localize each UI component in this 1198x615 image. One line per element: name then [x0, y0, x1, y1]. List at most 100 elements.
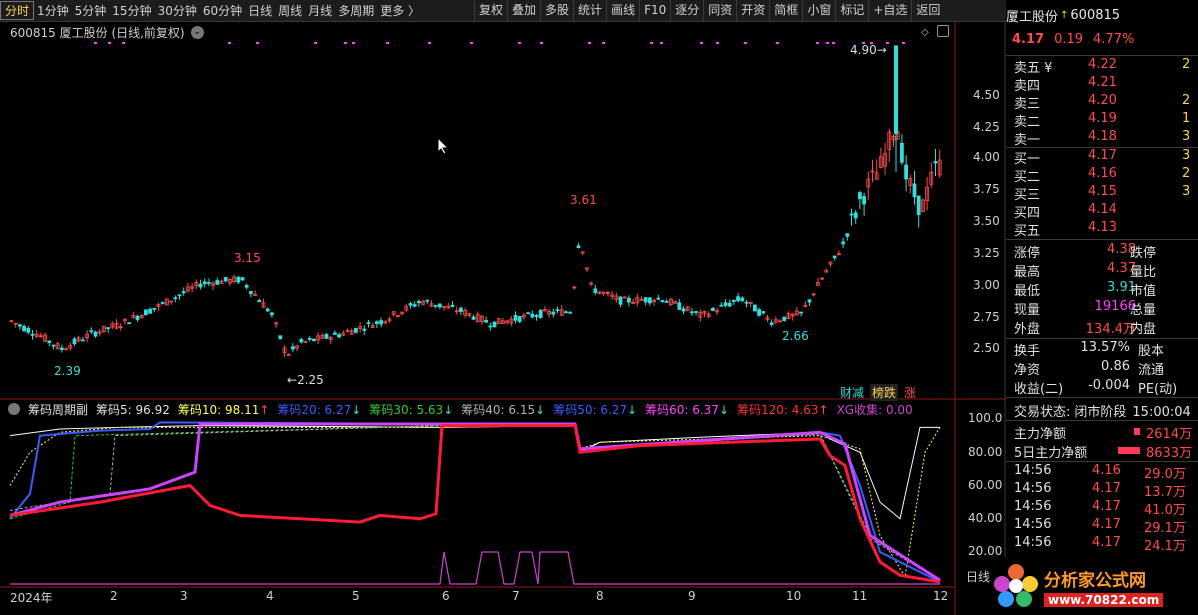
candle-body — [148, 308, 153, 314]
candle-body — [60, 347, 64, 350]
candle-body — [353, 327, 358, 333]
sell-row[interactable]: 卖五 ¥4.22 2 — [1014, 57, 1198, 76]
bottom-period-label[interactable]: 日线 — [966, 568, 990, 585]
price-axis-label: 4.25 — [973, 120, 1000, 134]
time-axis-label: 2 — [110, 589, 118, 603]
last-price: 4.17 — [1012, 32, 1045, 47]
candle-body — [849, 213, 854, 216]
candle-body — [484, 320, 489, 323]
candle-body — [618, 296, 623, 305]
candle-body — [416, 300, 421, 304]
candle-body — [374, 321, 379, 325]
tag-board[interactable]: 榜跌 — [870, 384, 899, 401]
candle-body — [517, 316, 522, 323]
candle-body — [740, 297, 745, 302]
flower-logo-icon — [994, 564, 1038, 608]
candle-body — [248, 291, 253, 295]
tag-rise[interactable]: 涨 — [904, 384, 916, 401]
annotation-peak2: 3.61 — [570, 193, 597, 207]
candle-body — [362, 328, 367, 331]
candle-body — [51, 344, 56, 347]
candle-body — [425, 299, 430, 302]
candle-body — [858, 192, 862, 200]
annotation-high: 4.90→ — [850, 43, 887, 57]
stat-row: 最低 3.91 市值 — [1014, 280, 1157, 299]
candle-body — [257, 300, 262, 303]
candle-body — [782, 316, 787, 322]
signal-dot — [470, 42, 473, 44]
sell-row[interactable]: 卖一 4.18 3 — [1014, 129, 1198, 148]
stat-row: 净资 0.86 流通 — [1014, 359, 1165, 378]
candle-body — [89, 330, 94, 333]
candle-body — [916, 195, 921, 216]
buy-row[interactable]: 买五 4.13 — [1014, 220, 1198, 239]
candle-body — [845, 233, 850, 237]
candle-body — [17, 324, 22, 327]
candle-body — [30, 333, 35, 336]
chart-canvas[interactable] — [0, 0, 1006, 615]
candle-body — [81, 339, 85, 342]
price-axis-label: 3.50 — [973, 214, 1000, 228]
signal-dot — [902, 42, 905, 44]
sell-row[interactable]: 卖四 4.21 — [1014, 75, 1198, 94]
signal-dot — [386, 42, 389, 44]
stat-row: 最高 4.37 量比 — [1014, 261, 1157, 280]
price-axis-label: 3.25 — [973, 246, 1000, 260]
candle-body — [143, 309, 148, 316]
stat-row: 收益(二) -0.004 PE(动) — [1014, 378, 1178, 397]
candle-body — [912, 183, 917, 198]
candle-body — [660, 300, 665, 303]
signal-dot — [716, 42, 719, 44]
candle-body — [832, 255, 837, 259]
signal-dot — [588, 42, 591, 44]
buy-row[interactable]: 买三 4.15 3 — [1014, 184, 1198, 203]
candle-body — [681, 308, 686, 312]
candle-body — [643, 297, 648, 303]
tick-row: 14:56 4.17 41.0万 — [1014, 499, 1186, 518]
candle-body — [723, 302, 728, 306]
candle-body — [526, 312, 530, 315]
sell-row[interactable]: 卖三 4.20 2 — [1014, 93, 1198, 112]
candle-body — [152, 307, 157, 310]
candle-body — [769, 322, 774, 325]
candle-body — [127, 322, 131, 325]
candle-body — [337, 334, 342, 338]
candle-body — [311, 338, 316, 342]
candle-body — [900, 142, 904, 163]
mouse-cursor-icon — [437, 137, 450, 155]
candle-body — [93, 331, 98, 337]
candle-body — [269, 312, 274, 316]
tick-row: 14:56 4.17 24.1万 — [1014, 535, 1186, 554]
candle-body — [244, 285, 249, 288]
candle-body — [215, 280, 220, 285]
candle-body — [538, 309, 543, 318]
indicator-axis-label: 60.00 — [968, 478, 1003, 492]
candle-body — [290, 346, 295, 350]
time-axis-label: 7 — [512, 589, 520, 603]
tag-finance[interactable]: 财减 — [840, 384, 864, 401]
price-axis-label: 4.50 — [973, 88, 1000, 102]
candle-body — [551, 311, 556, 315]
signal-dot — [540, 42, 543, 44]
chevron-down-icon[interactable]: ⌄ — [190, 26, 204, 39]
flow-row: 5日主力净额 8633万 — [1014, 446, 1193, 461]
buy-row[interactable]: 买二 4.16 2 — [1014, 166, 1198, 185]
signal-dot — [256, 42, 259, 44]
price-axis-label: 3.75 — [973, 182, 1000, 196]
buy-row[interactable]: 买四 4.14 — [1014, 202, 1198, 221]
diamond-icon[interactable]: ◇ — [921, 27, 929, 38]
settings-icon[interactable] — [937, 25, 949, 37]
indicator-value: 筹码120: 4.63↑ — [737, 403, 829, 417]
candle-body — [412, 304, 417, 307]
buy-row[interactable]: 买一 4.17 3 — [1014, 148, 1198, 167]
candle-body — [807, 299, 812, 303]
signal-dot — [94, 42, 97, 44]
candle-body — [106, 327, 110, 330]
settings-gear-icon[interactable] — [8, 403, 20, 415]
candle-body — [711, 307, 715, 311]
sell-row[interactable]: 卖二 4.19 1 — [1014, 111, 1198, 130]
candle-body — [564, 311, 568, 314]
candle-body — [757, 309, 761, 316]
candle-body — [492, 321, 497, 328]
candle-body — [366, 322, 371, 325]
